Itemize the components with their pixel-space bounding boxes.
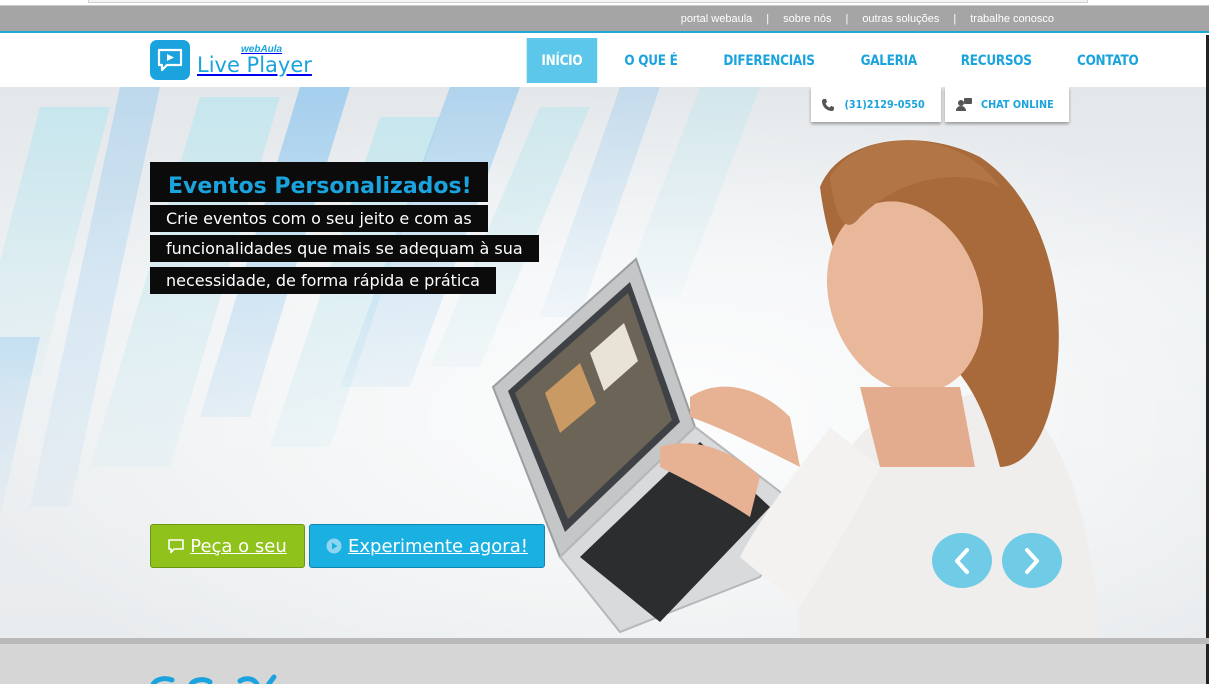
link-outras-solucoes[interactable]: outras soluções <box>862 13 939 25</box>
hero-caption-line: necessidade, de forma rápida e prática <box>150 267 496 294</box>
nav-recursos[interactable]: RECURSOS <box>946 38 1046 83</box>
try-now-button-label: Experimente agora! <box>348 535 528 557</box>
link-sobre-nos[interactable]: sobre nós <box>783 13 831 25</box>
try-now-button[interactable]: Experimente agora! <box>309 524 545 568</box>
hero-caption-line: funcionalidades que mais se adequam à su… <box>150 235 539 262</box>
nav-diferenciais[interactable]: DIFERENCIAIS <box>708 38 828 83</box>
nav-galeria[interactable]: GALERIA <box>846 38 932 83</box>
phone-number: (31)2129-0550 <box>844 98 926 111</box>
separator: | <box>845 13 849 25</box>
link-portal-webaula[interactable]: portal webaula <box>681 13 753 25</box>
phone-icon <box>822 98 835 111</box>
chat-online-tab[interactable]: CHAT ONLINE <box>945 87 1069 122</box>
order-button-label: Peça o seu <box>190 535 287 557</box>
order-button[interactable]: Peça o seu <box>150 524 305 568</box>
chevron-right-icon <box>1025 547 1039 574</box>
chat-online-label: CHAT ONLINE <box>980 98 1054 111</box>
link-trabalhe-conosco[interactable]: trabalhe conosco <box>970 13 1054 25</box>
section-title-peek <box>150 674 277 684</box>
nav-contato[interactable]: CONTATO <box>1062 38 1153 83</box>
slider-next-button[interactable] <box>1002 533 1062 588</box>
utility-bar: portal webaula | sobre nós | outras soluçõ… <box>0 6 1209 33</box>
logo[interactable]: webAula Live Player <box>150 40 312 80</box>
hero-banner: (31)2129-0550 CHAT ONLINE Eventos Person… <box>0 87 1209 638</box>
chat-user-icon <box>955 97 972 111</box>
utility-links: portal webaula | sobre nós | outras soluçõ… <box>681 13 1054 25</box>
section-divider <box>0 638 1209 644</box>
next-section <box>0 638 1209 684</box>
separator: | <box>766 13 770 25</box>
separator: | <box>953 13 957 25</box>
nav-o-que-e[interactable]: O QUE É <box>609 38 692 83</box>
hero-headline: Eventos Personalizados! <box>150 162 488 202</box>
speech-bubble-icon <box>168 538 185 553</box>
logo-big-text: Live Player <box>197 52 312 77</box>
site-header: webAula Live Player INÍCIO O QUE É DIFER… <box>0 35 1209 87</box>
nav-inicio[interactable]: INÍCIO <box>526 38 598 83</box>
phone-tab[interactable]: (31)2129-0550 <box>811 87 941 122</box>
slider-prev-button[interactable] <box>932 533 992 588</box>
hero-caption-line: Crie eventos com o seu jeito e com as <box>150 205 488 232</box>
chevron-left-icon <box>955 547 969 574</box>
play-chat-icon <box>150 40 190 80</box>
play-circle-icon <box>326 538 342 554</box>
main-nav: INÍCIO O QUE É DIFERENCIAIS GALERIA RECU… <box>521 38 1160 83</box>
